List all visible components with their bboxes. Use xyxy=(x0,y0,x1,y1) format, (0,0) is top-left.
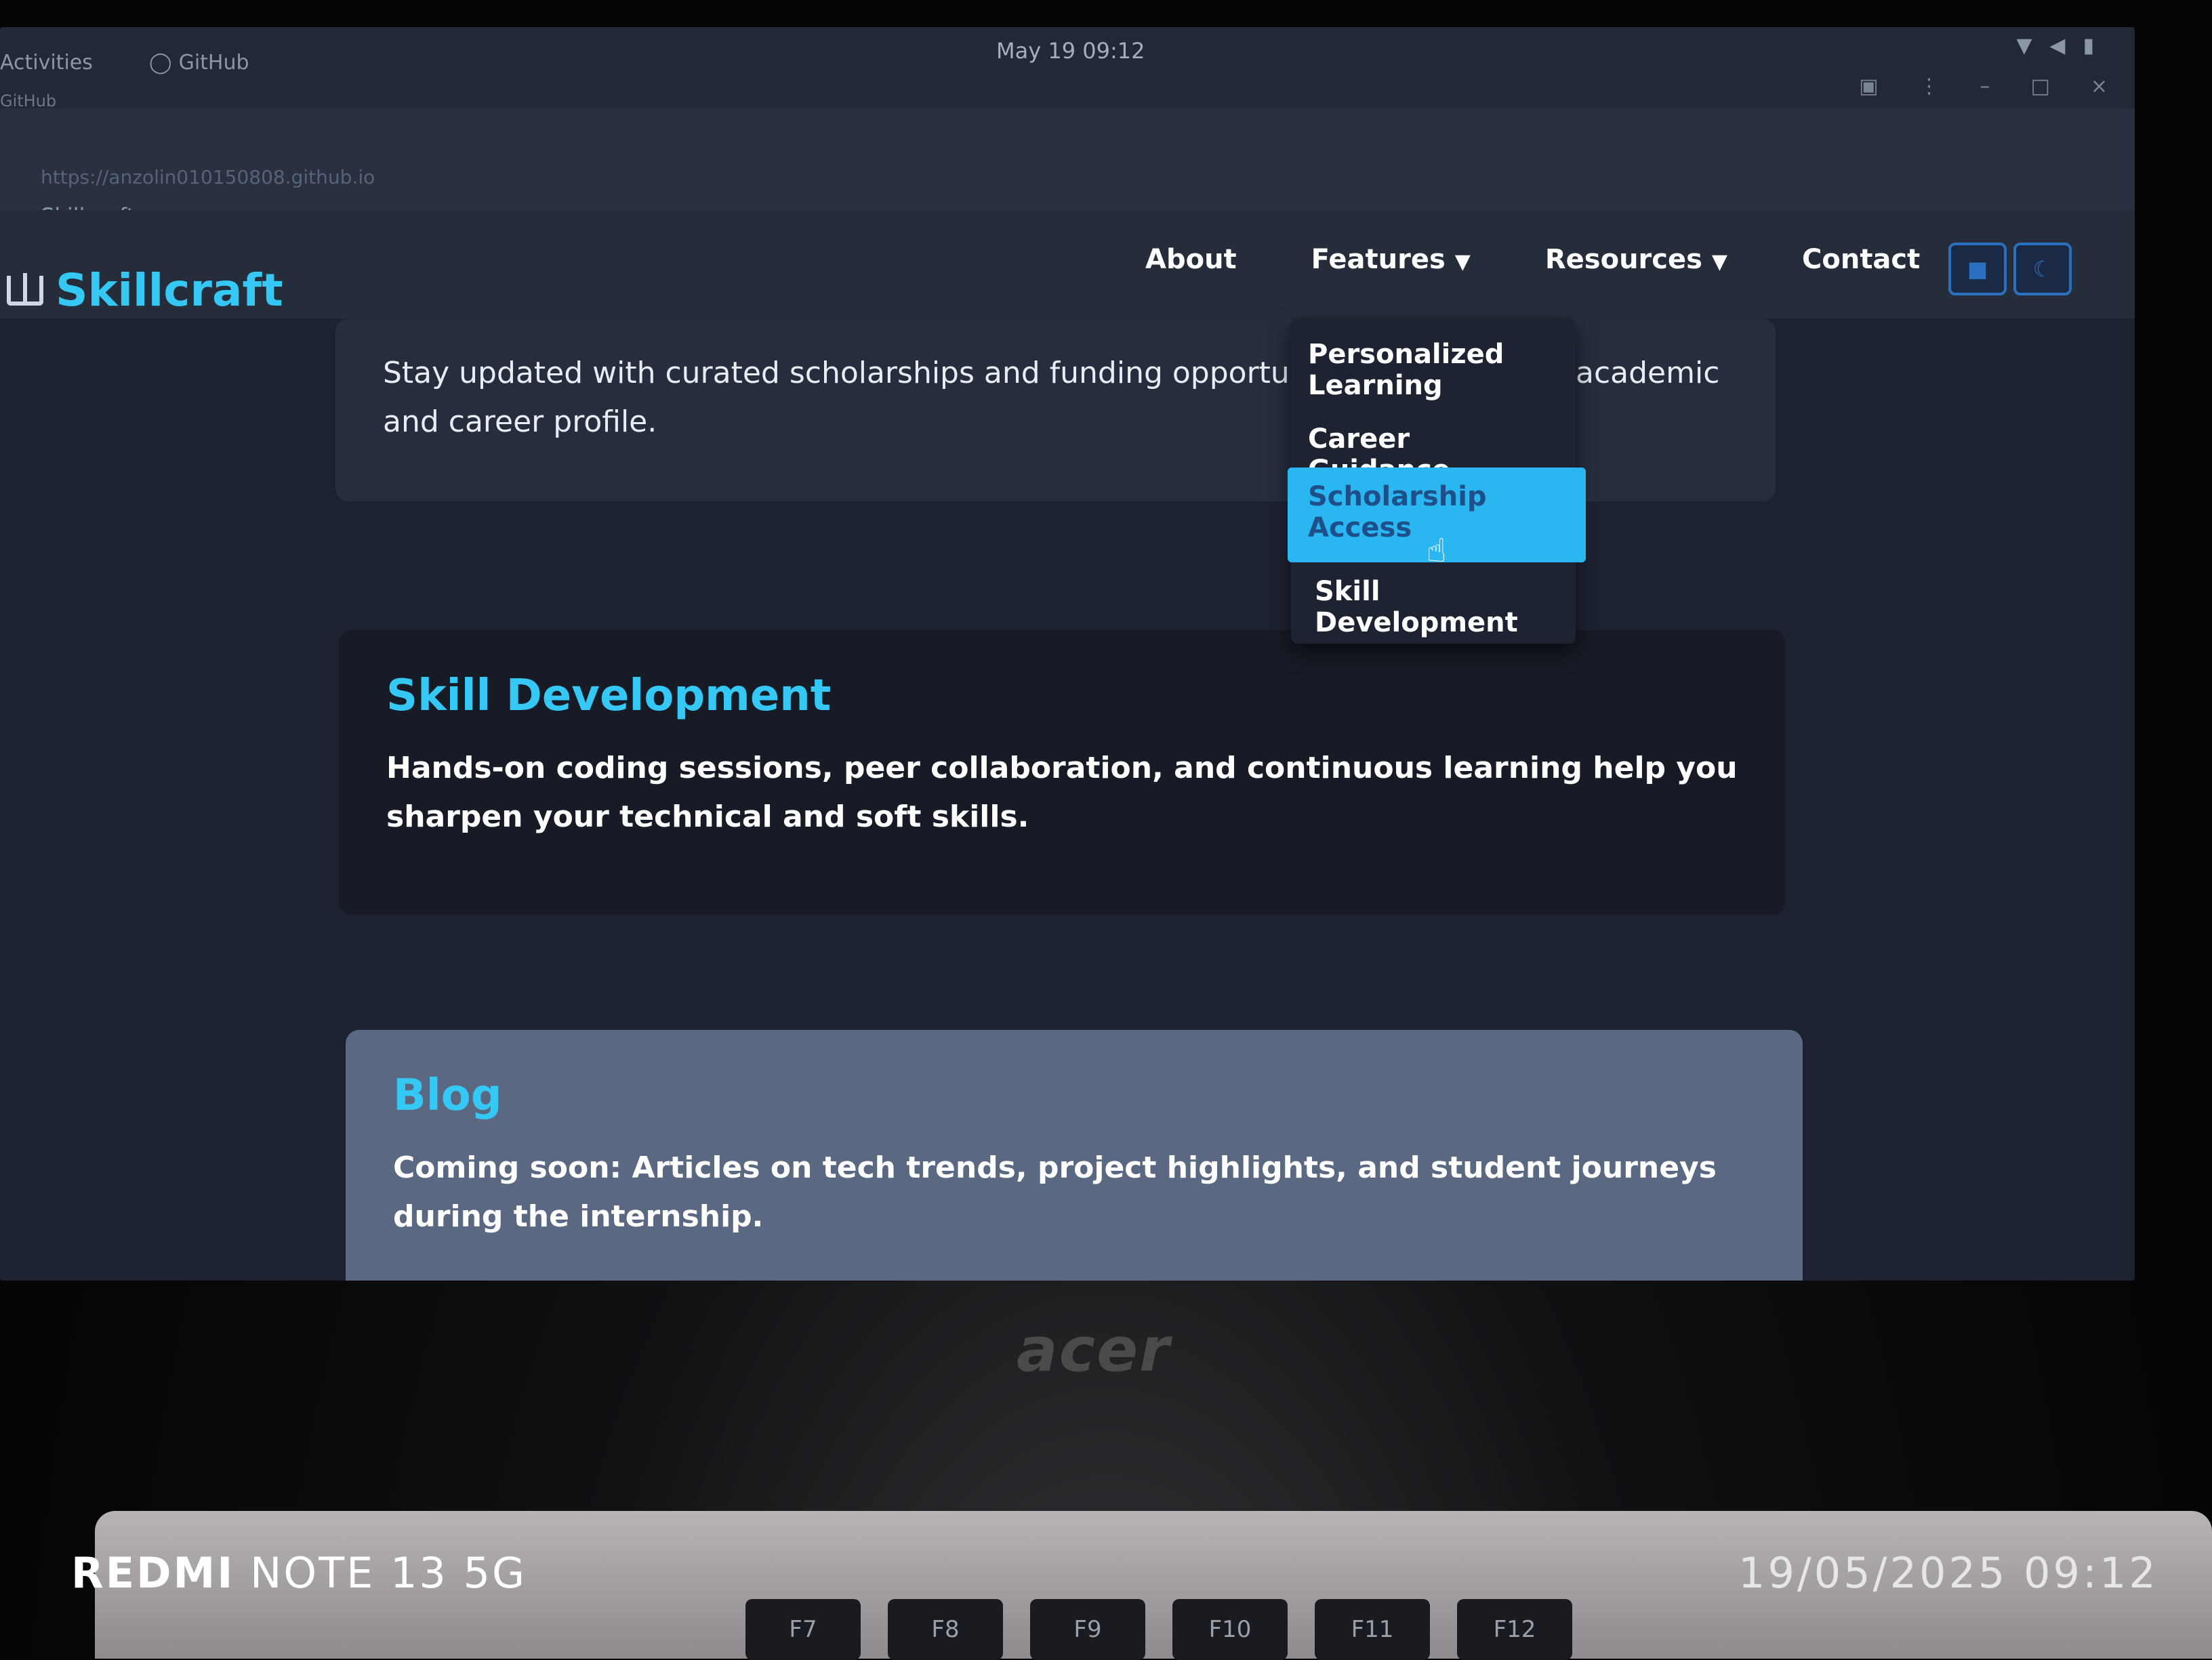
nav-resources-label: Resources xyxy=(1544,244,1702,275)
app-menu-label: GitHub xyxy=(178,51,249,75)
blog-card: Blog Coming soon: Articles on tech trend… xyxy=(346,1030,1803,1281)
page-content: Stay updated with curated scholarships a… xyxy=(0,318,2135,1281)
app-menu[interactable]: ◯ GitHub xyxy=(149,51,249,75)
battery-icon: ▮ xyxy=(2083,34,2094,58)
caret-down-icon: ▼ xyxy=(1711,250,1727,274)
key-f10: F10 xyxy=(1172,1599,1288,1660)
key-f8: F8 xyxy=(888,1599,1003,1660)
caret-down-icon: ▼ xyxy=(1454,250,1471,274)
camera-watermark-model: REDMI NOTE 13 5G xyxy=(71,1548,527,1598)
nav-about[interactable]: About xyxy=(1145,244,1237,275)
dropdown-item-skill-development[interactable]: Skill Development xyxy=(1315,576,1518,638)
nav-features-label: Features xyxy=(1311,244,1446,275)
hand-cursor-icon: ☝ xyxy=(1427,532,1447,570)
theme-toggle-button[interactable]: ☾ xyxy=(2013,243,2072,295)
system-clock[interactable]: May 19 09:12 xyxy=(996,38,1145,64)
site-logo[interactable]: Skillcraft xyxy=(7,264,283,316)
key-f12: F12 xyxy=(1457,1599,1572,1660)
card-title: Blog xyxy=(393,1071,502,1121)
feature-card-skill-development: Skill Development Hands-on coding sessio… xyxy=(339,630,1786,915)
maximize-icon[interactable]: □ xyxy=(2031,75,2050,98)
card-text-line2: and career profile. xyxy=(383,404,657,439)
laptop-screen: Activities ◯ GitHub GitHub May 19 09:12 … xyxy=(0,27,2135,1281)
square-icon: ■ xyxy=(1967,256,1988,282)
moon-icon: ☾ xyxy=(2032,256,2053,282)
key-f11: F11 xyxy=(1315,1599,1430,1660)
gnome-top-bar: Activities ◯ GitHub GitHub May 19 09:12 … xyxy=(0,27,2135,110)
system-tray[interactable]: ▼ ◀ ▮ xyxy=(2016,34,2094,58)
site-logo-text: Skillcraft xyxy=(56,264,283,316)
close-icon[interactable]: × xyxy=(2091,75,2108,98)
card-title: Skill Development xyxy=(386,671,832,721)
window-controls: ▣ ⋮ – □ × xyxy=(1859,75,2108,98)
key-f7: F7 xyxy=(745,1599,861,1660)
watermark-brand: REDMI xyxy=(71,1548,235,1598)
kebab-menu-icon[interactable]: ⋮ xyxy=(1919,75,1940,98)
dropdown-item-personalized-learning[interactable]: Personalized Learning xyxy=(1308,339,1559,401)
wifi-icon: ▼ xyxy=(2016,34,2032,58)
site-navbar: Skillcraft About Features ▼ Resources ▼ Co… xyxy=(0,210,2135,320)
window-title-small: GitHub xyxy=(0,91,57,110)
book-icon xyxy=(7,272,43,306)
acer-logo: acer xyxy=(1017,1314,1171,1386)
nav-resources[interactable]: Resources ▼ xyxy=(1545,244,1727,275)
volume-icon: ◀ xyxy=(2049,34,2066,58)
watermark-model: NOTE 13 5G xyxy=(250,1548,527,1598)
function-keys: F7 F8 F9 F10 F11 F12 xyxy=(745,1599,1572,1660)
card-text: Hands-on coding sessions, peer collabora… xyxy=(386,751,1738,834)
key-f9: F9 xyxy=(1030,1599,1145,1660)
nav-features[interactable]: Features ▼ xyxy=(1311,244,1471,275)
camera-watermark-datetime: 19/05/2025 09:12 xyxy=(1738,1548,2158,1598)
activities-button[interactable]: Activities xyxy=(0,51,93,75)
nav-links: About Features ▼ Resources ▼ Contact xyxy=(1145,244,1920,275)
features-dropdown: Personalized Learning Career Guidance Sc… xyxy=(1288,318,1586,644)
minimize-icon[interactable]: – xyxy=(1980,75,1990,98)
nav-contact[interactable]: Contact xyxy=(1802,244,1920,275)
card-text: Coming soon: Articles on tech trends, pr… xyxy=(393,1150,1717,1234)
extension-icon[interactable]: ▣ xyxy=(1859,75,1878,98)
nav-buttons: ■ ☾ xyxy=(1948,243,2072,295)
address-bar[interactable]: https://anzolin010150808.github.io xyxy=(41,166,375,188)
menu-toggle-button[interactable]: ■ xyxy=(1948,243,2007,295)
card-text-line1: Stay updated with curated scholarships a… xyxy=(383,356,1337,390)
card-text-line1-end: academic xyxy=(1576,356,1720,390)
github-icon: ◯ xyxy=(149,51,172,75)
